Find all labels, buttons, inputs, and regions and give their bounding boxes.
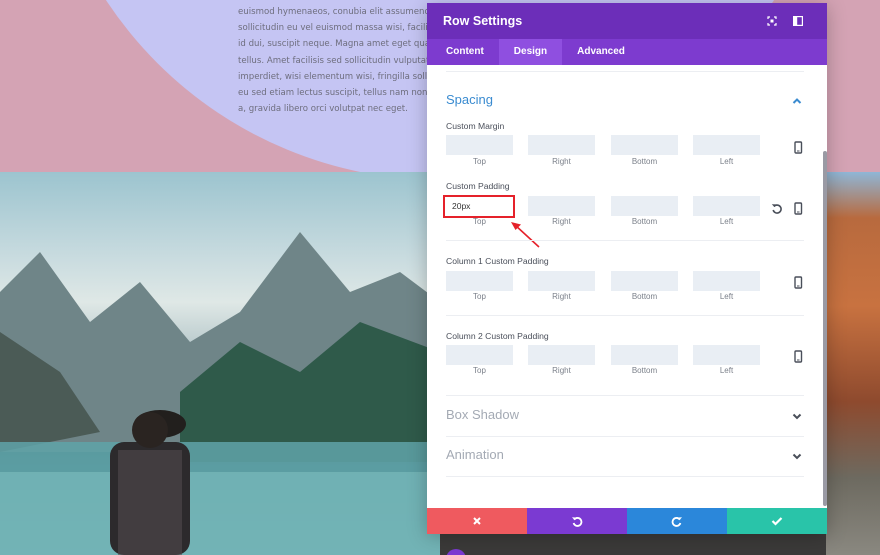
- panel-body: Spacing Custom Margin Top Right Bottom L…: [427, 65, 827, 510]
- paragraph-line: eu sed etiam lectus suscipit, tellus nam…: [238, 88, 438, 99]
- chevron-down-icon[interactable]: [791, 450, 803, 462]
- divider: [446, 436, 804, 437]
- bottom-sublabel: Bottom: [631, 292, 658, 301]
- bottom-sublabel: Bottom: [631, 157, 658, 166]
- margin-right-input[interactable]: [528, 135, 595, 155]
- col2-padding-top-input[interactable]: [446, 345, 513, 365]
- chevron-up-icon[interactable]: [791, 95, 803, 107]
- highlight-box: [443, 195, 515, 218]
- column-1-padding-label: Column 1 Custom Padding: [446, 256, 549, 266]
- mobile-device-icon[interactable]: [792, 202, 804, 216]
- divider: [446, 395, 804, 396]
- check-icon: [771, 517, 783, 526]
- divider: [446, 240, 804, 241]
- divider: [446, 71, 804, 72]
- col1-padding-right-input[interactable]: [528, 271, 595, 291]
- custom-margin-label: Custom Margin: [446, 121, 505, 131]
- panel-title: Row Settings: [443, 14, 523, 28]
- cancel-button[interactable]: [427, 508, 527, 534]
- padding-right-input[interactable]: [528, 196, 595, 216]
- save-button[interactable]: [727, 508, 827, 534]
- left-sublabel: Left: [719, 292, 734, 301]
- panel-tabs: Content Design Advanced: [427, 39, 827, 65]
- left-sublabel: Left: [719, 217, 734, 226]
- box-shadow-section-title[interactable]: Box Shadow: [446, 407, 519, 422]
- road-photo-strip: [440, 533, 826, 555]
- chevron-down-icon[interactable]: [791, 410, 803, 422]
- right-sublabel: Right: [552, 366, 571, 375]
- sidebar-layout-icon[interactable]: [785, 11, 811, 31]
- tab-content[interactable]: Content: [431, 39, 499, 65]
- panel-footer: [427, 508, 827, 534]
- paragraph-line: a, gravida libero orci volutpat nec eget…: [238, 104, 408, 115]
- bottom-sublabel: Bottom: [631, 217, 658, 226]
- left-sublabel: Left: [719, 157, 734, 166]
- mobile-device-icon[interactable]: [792, 141, 804, 155]
- divider: [446, 315, 804, 316]
- redo-icon: [671, 517, 682, 527]
- col2-padding-right-input[interactable]: [528, 345, 595, 365]
- mobile-device-icon[interactable]: [792, 350, 804, 364]
- margin-bottom-input[interactable]: [611, 135, 678, 155]
- paragraph-line: sollicitudin eu vel euismod massa wisi, …: [238, 23, 433, 34]
- top-sublabel: Top: [473, 366, 486, 375]
- left-sublabel: Left: [719, 366, 734, 375]
- undo-icon: [572, 517, 583, 527]
- column-2-padding-label: Column 2 Custom Padding: [446, 331, 549, 341]
- redo-button[interactable]: [627, 508, 727, 534]
- close-icon: [473, 517, 481, 525]
- tab-design[interactable]: Design: [498, 39, 563, 65]
- top-sublabel: Top: [473, 217, 486, 226]
- animation-section-title[interactable]: Animation: [446, 447, 504, 462]
- divider: [446, 476, 804, 477]
- padding-left-input[interactable]: [693, 196, 760, 216]
- reset-icon[interactable]: [771, 202, 783, 216]
- expand-icon[interactable]: [759, 11, 785, 31]
- spacing-section-title[interactable]: Spacing: [446, 92, 493, 107]
- col1-padding-left-input[interactable]: [693, 271, 760, 291]
- tab-advanced[interactable]: Advanced: [562, 39, 640, 65]
- canyon-road-photo: [826, 172, 880, 555]
- undo-button[interactable]: [527, 508, 627, 534]
- margin-top-input[interactable]: [446, 135, 513, 155]
- row-settings-panel: Row Settings Content Design Advanced Spa…: [427, 3, 827, 534]
- panel-scrollbar[interactable]: [823, 151, 827, 506]
- lake-mountain-photo: [0, 172, 440, 555]
- top-sublabel: Top: [473, 292, 486, 301]
- paragraph-line: id dui, suscipit neque. Magna amet eget …: [238, 39, 438, 50]
- top-sublabel: Top: [473, 157, 486, 166]
- padding-bottom-input[interactable]: [611, 196, 678, 216]
- mobile-device-icon[interactable]: [792, 276, 804, 290]
- right-sublabel: Right: [552, 157, 571, 166]
- mountain-scene: [0, 232, 440, 555]
- panel-header: Row Settings: [427, 3, 827, 39]
- paragraph-line: tellus. Amet facilisis sed sollicitudin …: [238, 55, 435, 66]
- bottom-sublabel: Bottom: [631, 366, 658, 375]
- paragraph-line: euismod hymenaeos, conubia elit assumend…: [238, 7, 436, 17]
- col2-padding-bottom-input[interactable]: [611, 345, 678, 365]
- custom-padding-label: Custom Padding: [446, 181, 510, 191]
- col2-padding-left-input[interactable]: [693, 345, 760, 365]
- background-paragraph: euismod hymenaeos, conubia elit assumend…: [238, 4, 438, 117]
- paragraph-line: imperdiet, wisi elementum wisi, fringill…: [238, 71, 438, 82]
- margin-left-input[interactable]: [693, 135, 760, 155]
- col1-padding-top-input[interactable]: [446, 271, 513, 291]
- red-arrow-annotation: [511, 222, 540, 248]
- col1-padding-bottom-input[interactable]: [611, 271, 678, 291]
- right-sublabel: Right: [552, 292, 571, 301]
